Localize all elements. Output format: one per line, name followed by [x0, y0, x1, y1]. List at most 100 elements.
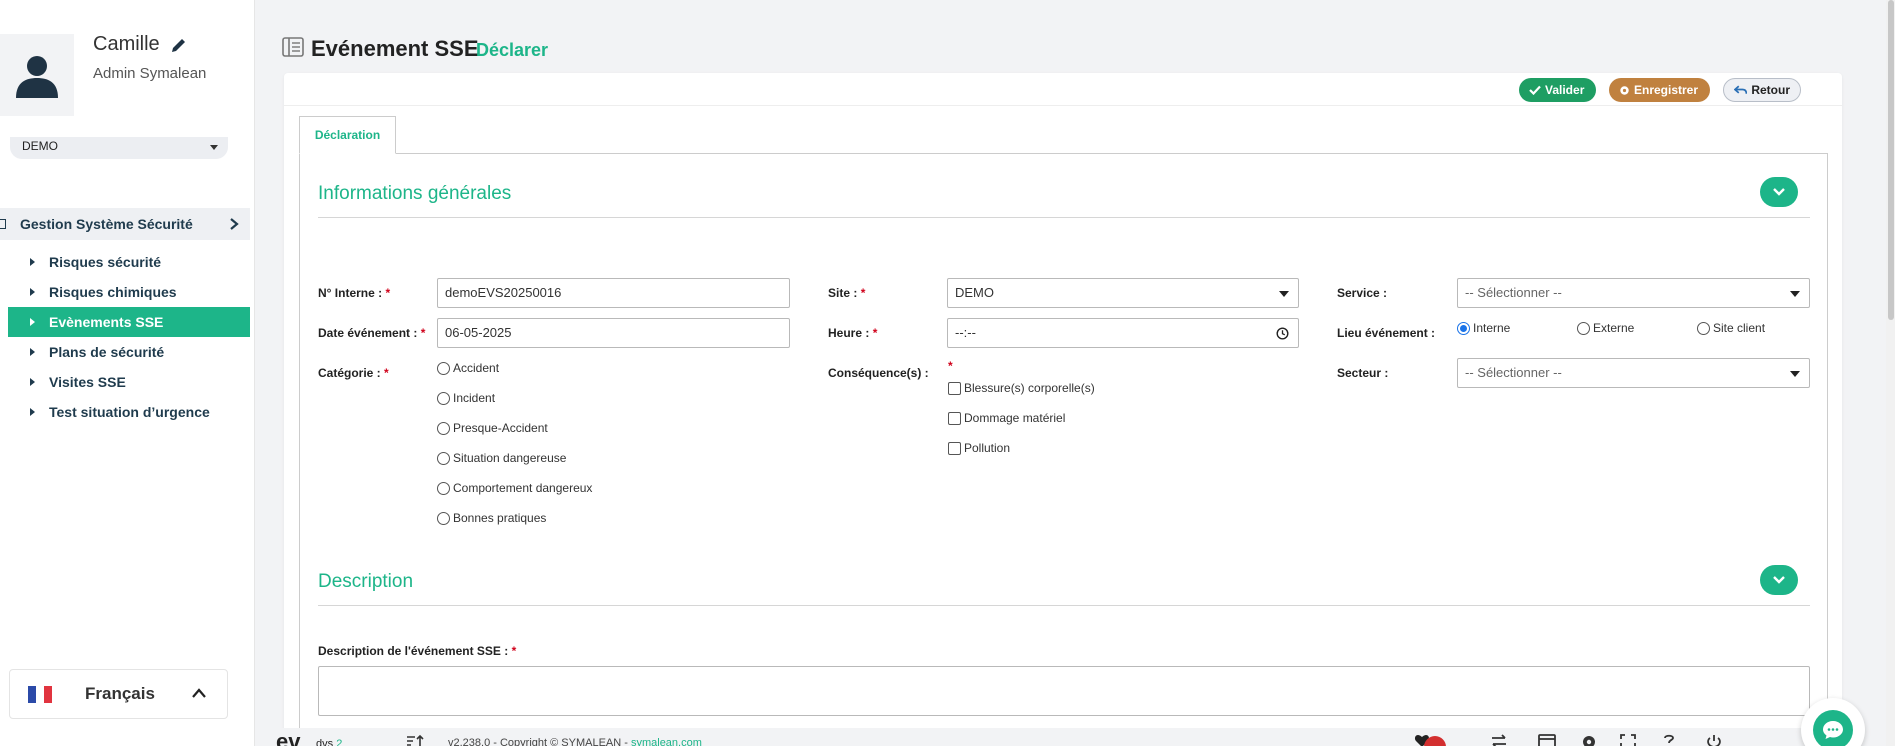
- option-label: Comportement dangereux: [453, 481, 593, 495]
- tab-declaration[interactable]: Déclaration: [299, 116, 396, 154]
- option-label: Pollution: [964, 441, 1011, 455]
- radio-button[interactable]: [437, 361, 450, 375]
- page-subtitle: Déclarer: [476, 40, 549, 60]
- chevron-down-icon: [1773, 576, 1785, 584]
- brand-sub: dvs 2: [316, 738, 342, 746]
- num-interne-input[interactable]: demoEVS20250016: [437, 278, 790, 308]
- main-panel: Valider Enregistrer Retour Déclaration: [284, 73, 1842, 746]
- sidebar-item-label: Evènements SSE: [49, 314, 164, 330]
- radio-button[interactable]: [437, 511, 450, 525]
- chat-icon: [1823, 721, 1843, 739]
- site-label: Site : *: [828, 286, 865, 300]
- brand-sub-text: dvs: [316, 738, 334, 746]
- power-icon[interactable]: [1706, 734, 1722, 746]
- lieu-option-site-client[interactable]: Site client: [1697, 321, 1765, 335]
- heure-input-value: --:--: [955, 325, 976, 340]
- sort-icon[interactable]: [406, 734, 424, 746]
- menu-group-securite[interactable]: Gestion Système Sécurité: [0, 208, 250, 240]
- categorie-option-presque-accident[interactable]: Presque-Accident: [437, 421, 548, 435]
- sidebar-item-evenements-sse[interactable]: Evènements SSE: [8, 307, 250, 337]
- radio-button[interactable]: [1577, 321, 1590, 335]
- categorie-option-situation-dangereuse[interactable]: Situation dangereuse: [437, 451, 566, 465]
- secteur-select[interactable]: -- Sélectionner --: [1457, 358, 1810, 388]
- sidebar-item-risques-chimiques[interactable]: Risques chimiques: [8, 277, 250, 307]
- collapse-general-button[interactable]: [1760, 177, 1798, 207]
- radio-button[interactable]: [437, 391, 450, 405]
- swap-icon[interactable]: [1490, 734, 1508, 746]
- retour-button[interactable]: Retour: [1723, 78, 1801, 102]
- categorie-option-accident[interactable]: Accident: [437, 361, 499, 375]
- option-label: Situation dangereuse: [453, 451, 567, 465]
- categorie-option-incident[interactable]: Incident: [437, 391, 495, 405]
- scrollbar-thumb[interactable]: [1888, 0, 1894, 320]
- lieu-option-interne[interactable]: Interne: [1457, 321, 1510, 335]
- site-select[interactable]: DEMO: [947, 278, 1299, 308]
- radio-button[interactable]: [1457, 321, 1470, 335]
- consequence-option-dommage[interactable]: Dommage matériel: [948, 411, 1065, 425]
- user-name: Camille: [93, 33, 160, 55]
- radio-button[interactable]: [437, 481, 450, 495]
- lieu-option-externe[interactable]: Externe: [1577, 321, 1634, 335]
- document-icon: [282, 37, 304, 57]
- date-input[interactable]: 06-05-2025: [437, 318, 790, 348]
- service-select[interactable]: -- Sélectionner --: [1457, 278, 1810, 308]
- consequences-label: Conséquence(s) :: [828, 366, 929, 380]
- card-icon[interactable]: [1538, 734, 1556, 746]
- checkbox[interactable]: [948, 381, 961, 395]
- categorie-label-text: Catégorie :: [318, 366, 381, 380]
- categorie-option-comportement-dangereux[interactable]: Comportement dangereux: [437, 481, 592, 495]
- pencil-icon[interactable]: [170, 36, 188, 54]
- chevron-right-icon: [230, 218, 239, 230]
- enregistrer-label: Enregistrer: [1634, 83, 1699, 97]
- notification-badge[interactable]: [1424, 736, 1446, 746]
- valider-button[interactable]: Valider: [1519, 78, 1596, 102]
- description-label: Description de l'événement SSE : *: [318, 644, 516, 658]
- help-icon[interactable]: [1663, 734, 1675, 746]
- radio-button[interactable]: [437, 421, 450, 435]
- footer-link[interactable]: symalean.com: [631, 737, 702, 746]
- categorie-label: Catégorie : *: [318, 366, 389, 380]
- categorie-option-bonnes-pratiques[interactable]: Bonnes pratiques: [437, 511, 546, 525]
- checkbox[interactable]: [948, 441, 961, 455]
- heure-label: Heure : *: [828, 326, 877, 340]
- consequence-option-blessures[interactable]: Blessure(s) corporelle(s): [948, 381, 1095, 395]
- org-select-value: DEMO: [22, 139, 58, 153]
- collapse-description-button[interactable]: [1760, 565, 1798, 595]
- brand-version-number: 2: [336, 738, 343, 746]
- date-label: Date événement : *: [318, 326, 425, 340]
- language-label: Français: [85, 684, 155, 703]
- footer-copyright: v2.238.0 - Copyright © SYMALEAN - symale…: [448, 737, 702, 746]
- service-label: Service :: [1337, 286, 1388, 300]
- chevron-down-icon: [210, 145, 218, 150]
- sidebar-item-plans-securite[interactable]: Plans de sécurité: [8, 337, 250, 367]
- avatar[interactable]: [0, 34, 74, 116]
- num-interne-label: N° Interne : *: [318, 286, 390, 300]
- france-flag-icon: [28, 685, 52, 703]
- secteur-label: Secteur :: [1337, 366, 1389, 380]
- clock-icon[interactable]: [1276, 327, 1289, 340]
- radio-button[interactable]: [1697, 321, 1710, 335]
- sidebar-item-visites-sse[interactable]: Visites SSE: [8, 367, 250, 397]
- sidebar-item-test-situation[interactable]: Test situation d’urgence: [8, 397, 250, 427]
- heure-label-text: Heure :: [828, 326, 870, 340]
- num-interne-label-text: N° Interne :: [318, 286, 383, 300]
- language-selector[interactable]: Français: [9, 669, 228, 719]
- expand-icon[interactable]: [1620, 734, 1636, 746]
- radio-button[interactable]: [437, 451, 450, 465]
- heure-input[interactable]: --:--: [947, 318, 1299, 348]
- consequence-option-pollution[interactable]: Pollution: [948, 441, 1010, 455]
- triangle-right-icon: [30, 288, 35, 296]
- checkbox[interactable]: [948, 411, 961, 425]
- section-divider: [318, 217, 1810, 218]
- menu-group-label: Gestion Système Sécurité: [20, 216, 193, 232]
- org-select[interactable]: DEMO: [10, 137, 228, 159]
- site-select-value: DEMO: [955, 285, 994, 300]
- required-mark: *: [384, 366, 389, 380]
- sidebar-item-risques-securite[interactable]: Risques sécurité: [8, 247, 250, 277]
- footer-text: v2.238.0 - Copyright © SYMALEAN -: [448, 737, 631, 746]
- description-textarea[interactable]: [318, 666, 1810, 716]
- option-label: Bonnes pratiques: [453, 511, 547, 525]
- chat-bubble-icon: [1813, 710, 1853, 746]
- enregistrer-button[interactable]: Enregistrer: [1609, 78, 1710, 102]
- settings-icon[interactable]: [1581, 734, 1597, 746]
